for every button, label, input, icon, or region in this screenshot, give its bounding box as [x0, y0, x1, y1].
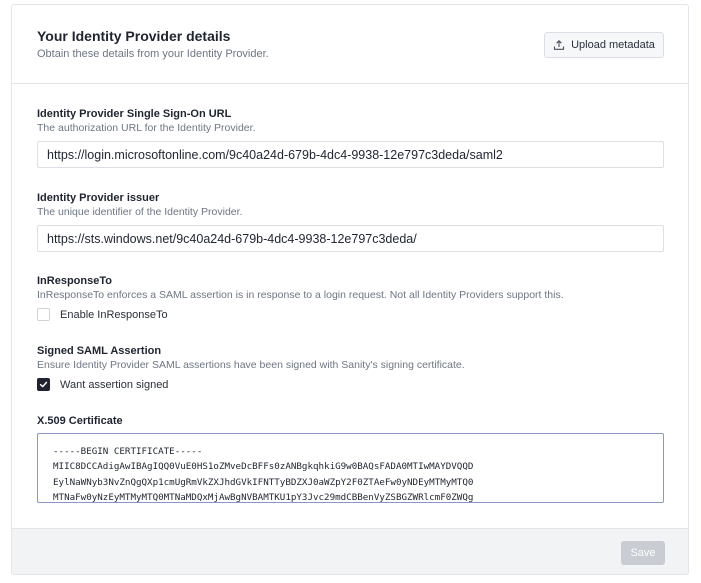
in-response-to-description: InResponseTo enforces a SAML assertion i…	[37, 289, 564, 301]
identity-provider-panel: Your Identity Provider details Obtain th…	[11, 4, 689, 575]
upload-metadata-label: Upload metadata	[571, 39, 655, 51]
certificate-textarea[interactable]: -----BEGIN CERTIFICATE----- MIIC8DCCAdigA…	[37, 433, 664, 503]
certificate-line: EylNaWNyb3NvZnQgQXp1cmUgRmVkZXJhdGVkIFNT…	[53, 476, 474, 488]
enable-in-response-to-label: Enable InResponseTo	[60, 308, 168, 321]
want-assertion-signed-row[interactable]: Want assertion signed	[37, 378, 168, 391]
save-button[interactable]: Save	[621, 541, 665, 565]
certificate-line: -----BEGIN CERTIFICATE-----	[53, 446, 203, 457]
in-response-to-label: InResponseTo	[37, 275, 112, 287]
certificate-line: MTNaFw0yNzEyMTMyMTQ0MTNaMDQxMjAwBgNVBAMT…	[53, 491, 474, 503]
panel-header: Your Identity Provider details Obtain th…	[12, 5, 688, 84]
want-assertion-signed-label: Want assertion signed	[60, 378, 169, 391]
want-assertion-signed-checkbox[interactable]	[37, 378, 50, 391]
panel-footer: Save	[12, 528, 688, 574]
signed-assertion-description: Ensure Identity Provider SAML assertions…	[37, 359, 465, 371]
issuer-description: The unique identifier of the Identity Pr…	[37, 206, 243, 218]
enable-in-response-to-row[interactable]: Enable InResponseTo	[37, 308, 168, 321]
sso-url-label: Identity Provider Single Sign-On URL	[37, 108, 232, 120]
upload-metadata-button[interactable]: Upload metadata	[544, 32, 664, 58]
issuer-input[interactable]	[37, 225, 664, 252]
certificate-label: X.509 Certificate	[37, 415, 123, 427]
sso-url-input[interactable]	[37, 141, 664, 168]
signed-assertion-label: Signed SAML Assertion	[37, 345, 162, 357]
panel-subtitle: Obtain these details from your Identity …	[37, 48, 269, 60]
checkmark-icon	[39, 381, 48, 388]
issuer-label: Identity Provider issuer	[37, 192, 160, 204]
upload-icon	[553, 39, 565, 51]
enable-in-response-to-checkbox[interactable]	[37, 308, 50, 321]
certificate-line: MIIC8DCCAdigAwIBAgIQQ0VuE0HS1oZMveDcBFFs…	[53, 461, 474, 473]
panel-title: Your Identity Provider details	[37, 28, 231, 44]
sso-url-description: The authorization URL for the Identity P…	[37, 122, 256, 134]
